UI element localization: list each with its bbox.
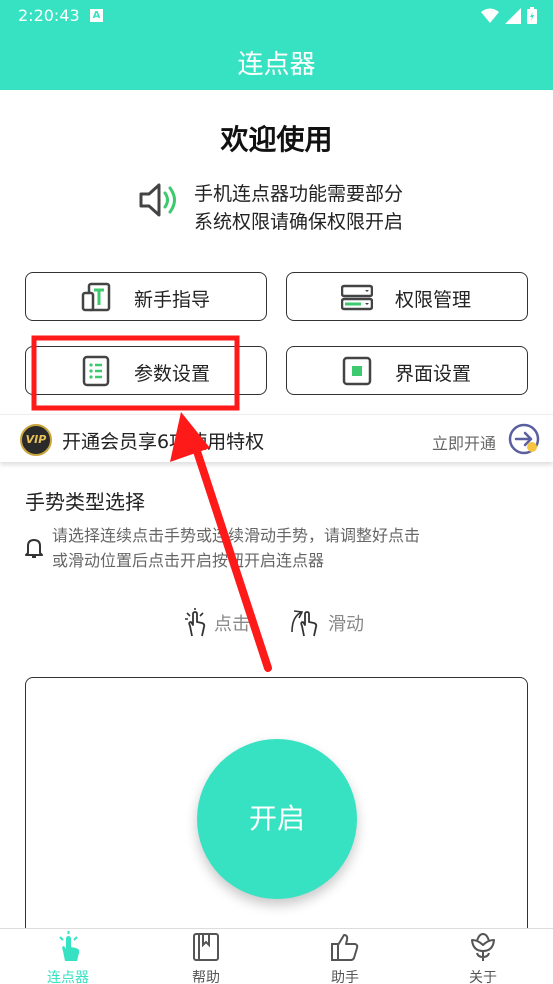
params-button-label: 参数设置 (134, 363, 211, 385)
tab-assistant-label: 助手 (331, 970, 359, 984)
vip-cta-link[interactable]: 立即开通 (432, 430, 496, 454)
gesture-section-title: 手势类型选择 (25, 490, 145, 514)
notice-text: 手机连点器功能需要部分 系统权限请确保权限开启 (194, 180, 454, 236)
tap-icon (59, 931, 80, 961)
permission-button-label: 权限管理 (395, 289, 472, 311)
gesture-tip: 请选择连续点击手势或连续滑动手势，请调整好点击或滑动位置后点击开启按钮开启连点器 (52, 526, 421, 570)
status-bar: 2:20:43 A (0, 0, 553, 32)
guide-icon (81, 282, 111, 312)
permission-icon (341, 284, 373, 311)
tab-help-label: 帮助 (192, 970, 220, 984)
tab-about-label: 关于 (469, 970, 497, 984)
tab-assistant[interactable]: 助手 (305, 929, 385, 984)
tab-clicker[interactable]: 连点器 (28, 929, 108, 984)
start-button[interactable]: 开启 (197, 739, 357, 899)
gesture-swipe-label: 滑动 (328, 614, 364, 635)
thumbs-up-icon (331, 934, 359, 961)
guide-button[interactable]: 新手指导 (25, 272, 267, 321)
wifi-icon (481, 8, 499, 23)
vip-banner[interactable]: VIP 开通会员享6项使用特权 立即开通 (0, 414, 553, 462)
signal-icon (505, 7, 521, 24)
status-time: 2:20:43 (18, 6, 80, 25)
book-icon (193, 933, 219, 961)
status-notification-icon: A (90, 9, 103, 22)
gesture-tap-label: 点击 (214, 614, 250, 635)
gesture-option-swipe[interactable]: 滑动 (290, 608, 364, 638)
tab-clicker-label: 连点器 (47, 970, 89, 984)
battery-icon (527, 7, 537, 24)
swipe-gesture-icon (291, 610, 318, 637)
app-header: 连点器 (0, 32, 553, 90)
app-title: 连点器 (237, 50, 316, 80)
notice-line-1: 手机连点器功能需要部分 (194, 183, 404, 205)
square-icon (342, 356, 372, 386)
status-icons (481, 7, 537, 24)
arrow-right-circle-icon[interactable] (508, 423, 540, 455)
bottom-tab-bar: 连点器 帮助 助手 关于 (0, 928, 553, 984)
welcome-heading: 欢迎使用 (220, 123, 333, 156)
ui-settings-button-label: 界面设置 (395, 363, 472, 385)
list-icon (82, 355, 110, 387)
bell-icon (25, 539, 43, 558)
params-button[interactable]: 参数设置 (25, 346, 267, 395)
vip-badge-icon: VIP (20, 424, 52, 456)
flower-icon (471, 932, 495, 961)
ui-settings-button[interactable]: 界面设置 (286, 346, 528, 395)
notice-line-2: 系统权限请确保权限开启 (194, 211, 404, 233)
tab-help[interactable]: 帮助 (166, 929, 246, 984)
gesture-option-tap[interactable]: 点击 (182, 608, 250, 638)
permission-button[interactable]: 权限管理 (286, 272, 528, 321)
permission-notice: 手机连点器功能需要部分 系统权限请确保权限开启 (138, 180, 403, 233)
speaker-icon (139, 183, 176, 217)
vip-text: 开通会员享6项使用特权 (62, 431, 265, 453)
guide-button-label: 新手指导 (134, 289, 211, 311)
tab-about[interactable]: 关于 (443, 929, 523, 984)
tap-gesture-icon (185, 608, 206, 637)
